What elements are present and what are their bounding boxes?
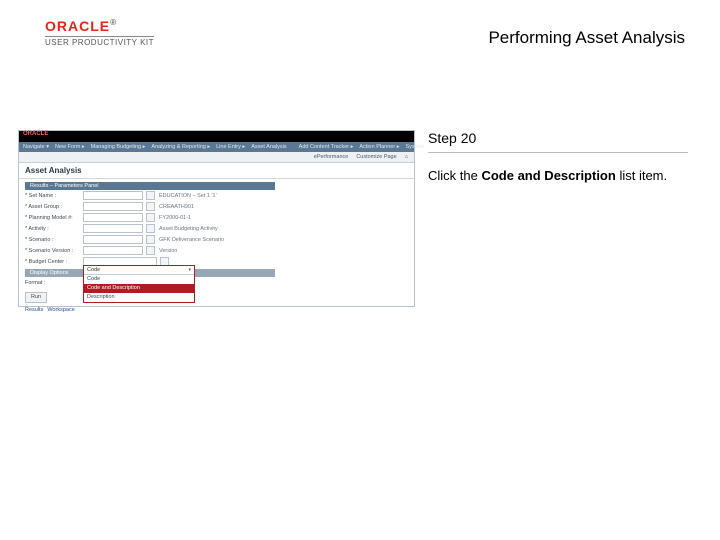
parameters-form: Results – Parameters Panel * Set Name : E… [19, 179, 414, 306]
pick-scenario[interactable] [146, 235, 155, 244]
footer-links: Results Workspace [19, 306, 414, 314]
menu-actionplan[interactable]: Action Planner ▸ [359, 144, 399, 150]
menu-system[interactable]: System [405, 144, 423, 150]
app-brand-bar: ORACLE [19, 131, 414, 142]
desc-assetgroup: CREAATH901 [159, 204, 194, 210]
lbl-assetgroup: * Asset Group : [25, 204, 83, 210]
app-menu-bar: Navigate ▾ New Form ▸ Managing Budgeting… [19, 142, 414, 152]
fld-activity[interactable] [83, 224, 143, 233]
instruction-text: Click the Code and Description list item… [428, 167, 688, 185]
menu-newform[interactable]: New Form ▸ [55, 144, 85, 150]
instruction-bold: Code and Description [481, 168, 615, 183]
run-button[interactable]: Run [25, 292, 47, 303]
format-option-description[interactable]: Description [84, 293, 194, 302]
pick-setname[interactable] [146, 191, 155, 200]
row-activity: * Activity : Asset Budgeting Activity [25, 223, 408, 234]
row-format: Format : Code Code Code and Description … [25, 277, 408, 288]
oracle-logo-text: ORACLE [45, 18, 110, 34]
oracle-logo: ORACLE® [45, 18, 117, 34]
link-workspace[interactable]: Workspace [47, 307, 74, 313]
lesson-title: Performing Asset Analysis [488, 28, 685, 48]
desc-version: Version [159, 248, 177, 254]
menu-reporting[interactable]: Analyzing & Reporting ▸ [151, 144, 210, 150]
pick-version[interactable] [146, 246, 155, 255]
instruction-panel: Step 20 Click the Code and Description l… [428, 130, 688, 185]
desc-model: FY2000-01-1 [159, 215, 191, 221]
link-eperformance[interactable]: ePerformance [314, 154, 349, 160]
fld-assetgroup[interactable] [83, 202, 143, 211]
pick-assetgroup[interactable] [146, 202, 155, 211]
instruction-pre: Click the [428, 168, 481, 183]
row-model: * Planning Model #: FY2000-01-1 [25, 212, 408, 223]
row-setname: * Set Name : EDUCATION – Set 1 '1' [25, 190, 408, 201]
fld-version[interactable] [83, 246, 143, 255]
upk-kit-label: USER PRODUCTIVITY KIT [45, 36, 154, 47]
home-icon[interactable]: ⌂ [405, 154, 408, 160]
format-dropdown[interactable]: Code Code Code and Description Descripti… [83, 265, 195, 303]
row-version: * Scenario Version : Version [25, 245, 408, 256]
app-page-title: Asset Analysis [19, 163, 414, 179]
row-assetgroup: * Asset Group : CREAATH901 [25, 201, 408, 212]
fld-model[interactable] [83, 213, 143, 222]
menu-asset[interactable]: Asset Analysis [251, 144, 286, 150]
fld-scenario[interactable] [83, 235, 143, 244]
app-sub-bar: ePerformance Customize Page ⌂ [19, 152, 414, 163]
lbl-scenario: * Scenario : [25, 237, 83, 243]
target-application: ORACLE Navigate ▾ New Form ▸ Managing Bu… [18, 130, 415, 307]
parameters-header: Results – Parameters Panel [25, 182, 275, 190]
lbl-model: * Planning Model #: [25, 215, 83, 221]
link-results[interactable]: Results [25, 307, 43, 313]
format-selected[interactable]: Code [84, 266, 194, 275]
app-brand: ORACLE [23, 131, 48, 137]
desc-scenario: GFK Deliverance Scenario [159, 237, 224, 243]
menu-budgeting[interactable]: Managing Budgeting ▸ [91, 144, 146, 150]
fld-setname[interactable] [83, 191, 143, 200]
lbl-format: Format : [25, 280, 83, 286]
oracle-tm: ® [110, 18, 117, 27]
format-option-code-and-description[interactable]: Code and Description [84, 284, 194, 293]
desc-activity: Asset Budgeting Activity [159, 226, 218, 232]
menu-navigate[interactable]: Navigate ▾ [23, 144, 49, 150]
desc-setname: EDUCATION – Set 1 '1' [159, 193, 217, 199]
instruction-post: list item. [616, 168, 667, 183]
pick-activity[interactable] [146, 224, 155, 233]
row-scenario: * Scenario : GFK Deliverance Scenario [25, 234, 408, 245]
pick-model[interactable] [146, 213, 155, 222]
lbl-budgetcenter: * Budget Center : [25, 259, 83, 265]
lbl-activity: * Activity : [25, 226, 83, 232]
menu-lineentry[interactable]: Line Entry ▸ [216, 144, 245, 150]
link-customize[interactable]: Customize Page [356, 154, 396, 160]
lbl-setname: * Set Name : [25, 193, 83, 199]
lbl-version: * Scenario Version : [25, 248, 83, 254]
step-label: Step 20 [428, 130, 688, 153]
menu-addcontent[interactable]: Add Content Tracker ▸ [299, 144, 354, 150]
upk-header: ORACLE® USER PRODUCTIVITY KIT [45, 18, 154, 47]
format-option-code[interactable]: Code [84, 275, 194, 284]
